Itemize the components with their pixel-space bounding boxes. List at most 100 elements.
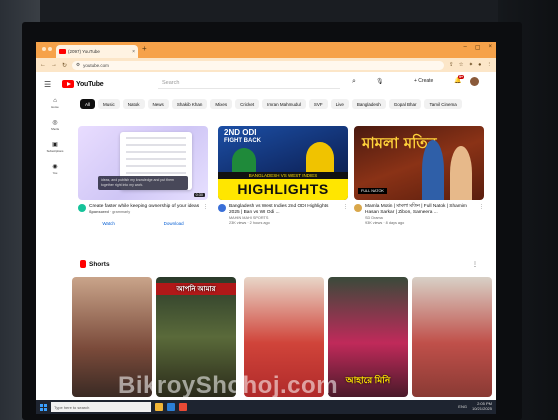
video-thumbnail[interactable]: 2ND ODI FIGHT BACK BANGLADESH VS WEST IN… bbox=[218, 126, 348, 200]
shorts-more-options-icon[interactable]: ⋮ bbox=[472, 261, 478, 268]
ad-thumbnail[interactable]: ideas, and publish my knowledge and put … bbox=[78, 126, 208, 200]
ad-channel-avatar[interactable] bbox=[78, 204, 86, 212]
video-card-ad[interactable]: ideas, and publish my knowledge and put … bbox=[78, 126, 208, 226]
channel-avatar[interactable] bbox=[354, 204, 362, 212]
file-explorer-icon[interactable] bbox=[155, 403, 163, 411]
chip-cricket[interactable]: Cricket bbox=[235, 99, 260, 109]
sponsor-name: · grammarly bbox=[109, 210, 131, 214]
sidebar-item-label: You bbox=[52, 171, 58, 175]
youtube-favicon-icon bbox=[59, 49, 66, 54]
video-stats: 93K views · 8 days ago bbox=[365, 221, 405, 225]
ad-watch-button[interactable]: Watch bbox=[102, 221, 115, 226]
more-options-icon[interactable]: ⋮ bbox=[203, 204, 208, 215]
ad-overlay-text: ideas, and publish my knowledge and put … bbox=[98, 176, 188, 190]
forward-button[interactable]: → bbox=[51, 62, 57, 68]
bookmark-star-icon[interactable]: ☆ bbox=[459, 62, 464, 68]
sidebar-item-label: Home bbox=[51, 105, 59, 109]
actor-figure-left bbox=[422, 140, 444, 200]
youtube-play-icon bbox=[62, 80, 74, 88]
video-card-natok[interactable]: মামলা মতিন FULL NATOK Mamla Motin | মামল… bbox=[354, 126, 484, 226]
short-caption: আহারে মিনি bbox=[345, 375, 391, 385]
subscriptions-icon: ▣ bbox=[52, 142, 58, 148]
address-bar[interactable]: ⚙ youtube.com bbox=[72, 60, 445, 70]
chip-news[interactable]: News bbox=[147, 99, 169, 109]
short-item[interactable]: আহারে মিনি bbox=[328, 277, 408, 397]
watermark: BikroyShohoj.com bbox=[118, 372, 339, 399]
shorts-heading: Shorts bbox=[80, 260, 110, 268]
short-item[interactable] bbox=[412, 277, 492, 397]
more-options-icon[interactable]: ⋮ bbox=[479, 204, 484, 226]
actor-figure-right bbox=[450, 146, 472, 200]
taskbar-clock[interactable]: 2:05 PM 10/21/2025 bbox=[471, 401, 492, 411]
chip-live[interactable]: Live bbox=[330, 99, 349, 109]
sidebar-item-subscriptions[interactable]: ▣ Subscriptions bbox=[47, 141, 64, 153]
chip-all[interactable]: All bbox=[80, 99, 96, 109]
thumbnail-headline: 2ND ODI bbox=[224, 128, 257, 137]
browser-tab[interactable]: (2097) YouTube × bbox=[56, 45, 138, 58]
video-card-highlights[interactable]: 2ND ODI FIGHT BACK BANGLADESH VS WEST IN… bbox=[218, 126, 348, 226]
chip-tamil-cinema[interactable]: Tamil Cinema bbox=[424, 99, 462, 109]
chip-mixes[interactable]: Mixes bbox=[210, 99, 233, 109]
video-title[interactable]: Mamla Motin | মামলা মতিন | Full Natok | … bbox=[365, 204, 476, 216]
chip-gopal-bhar[interactable]: Gopal Bhar bbox=[388, 99, 422, 109]
monitor-screen: (2097) YouTube × + – ▢ × ← → ↻ ⚙ youtube… bbox=[36, 42, 496, 414]
url-text: youtube.com bbox=[83, 62, 109, 68]
windows-start-icon[interactable] bbox=[40, 403, 47, 411]
chip-svf[interactable]: SVF bbox=[308, 99, 328, 109]
tray-language[interactable]: ENG bbox=[458, 404, 467, 409]
notifications-bell-icon[interactable]: 🔔 9+ bbox=[454, 75, 464, 84]
browser-menu-icon[interactable]: ⋮ bbox=[487, 62, 493, 68]
new-tab-button[interactable]: + bbox=[142, 44, 147, 53]
home-icon: ⌂ bbox=[53, 98, 57, 104]
search-placeholder: Search bbox=[162, 79, 180, 86]
tab-close-icon[interactable]: × bbox=[132, 49, 135, 55]
chip-music[interactable]: Music bbox=[98, 99, 120, 109]
chip-shakib-khan[interactable]: Shakib Khan bbox=[171, 99, 208, 109]
search-icon[interactable]: ⌕ bbox=[352, 78, 356, 86]
close-window-button[interactable]: × bbox=[488, 44, 492, 51]
reload-button[interactable]: ↻ bbox=[62, 62, 67, 69]
video-thumbnail[interactable]: মামলা মতিন FULL NATOK bbox=[354, 126, 484, 200]
mic-icon[interactable]: 🎙 bbox=[376, 78, 384, 85]
share-icon[interactable]: ⇪ bbox=[449, 62, 454, 68]
sidebar-item-shorts[interactable]: ◎ Shorts bbox=[51, 119, 59, 131]
maximize-button[interactable]: ▢ bbox=[475, 44, 481, 51]
sidebar-item-home[interactable]: ⌂ Home bbox=[51, 98, 58, 109]
player-figure-left bbox=[232, 148, 256, 174]
filter-chips: All Music Natok News Shakib Khan Mixes C… bbox=[80, 99, 462, 109]
minimize-button[interactable]: – bbox=[463, 44, 466, 51]
site-info-icon[interactable]: ⚙ bbox=[76, 62, 80, 68]
thumbnail-highlights-text: HIGHLIGHTS bbox=[218, 179, 348, 200]
youtube-logo[interactable]: YouTube bbox=[62, 80, 104, 88]
profile-icon[interactable]: ● bbox=[478, 62, 481, 68]
chip-natok[interactable]: Natok bbox=[122, 99, 145, 109]
video-title[interactable]: Bangladesh vs West Indies 2nd ODI Highli… bbox=[229, 204, 340, 216]
thumbnail-full-natok: FULL NATOK bbox=[358, 188, 387, 194]
sidebar-item-you[interactable]: ◉ You bbox=[52, 163, 57, 175]
menu-icon[interactable]: ☰ bbox=[44, 80, 58, 89]
chip-imran-mahmudul[interactable]: Imran Mahmudul bbox=[262, 99, 306, 109]
player-figure-right bbox=[306, 142, 334, 174]
channel-avatar[interactable] bbox=[218, 204, 226, 212]
shorts-icon: ◎ bbox=[52, 120, 58, 126]
youtube-header: ☰ YouTube Search ⌕ 🎙 + Create 🔔 9+ bbox=[36, 73, 496, 95]
clock-date: 10/21/2025 bbox=[471, 405, 492, 411]
edge-browser-icon[interactable] bbox=[167, 403, 175, 411]
notification-badge: 9+ bbox=[458, 75, 464, 79]
ad-download-button[interactable]: Download bbox=[164, 221, 184, 226]
extensions-icon[interactable]: ✦ bbox=[469, 62, 474, 68]
create-button[interactable]: + Create bbox=[414, 78, 433, 84]
shorts-title: Shorts bbox=[89, 260, 110, 268]
chrome-browser-icon[interactable] bbox=[179, 403, 187, 411]
chip-bangladesh[interactable]: Bangladesh bbox=[351, 99, 386, 109]
more-options-icon[interactable]: ⋮ bbox=[343, 204, 348, 226]
tab-title: (2097) YouTube bbox=[68, 49, 100, 54]
search-input[interactable]: Search bbox=[158, 77, 340, 89]
taskbar-search-input[interactable]: Type here to search bbox=[51, 402, 151, 412]
thumbnail-match-band: BANGLADESH VS WEST INDIES bbox=[218, 172, 348, 179]
mini-sidebar: ⌂ Home ◎ Shorts ▣ Subscriptions ◉ You bbox=[44, 98, 66, 175]
back-button[interactable]: ← bbox=[40, 62, 46, 68]
avatar[interactable] bbox=[470, 77, 479, 86]
video-stats: 23K views · 2 hours ago bbox=[229, 221, 270, 225]
you-icon: ◉ bbox=[52, 164, 58, 170]
